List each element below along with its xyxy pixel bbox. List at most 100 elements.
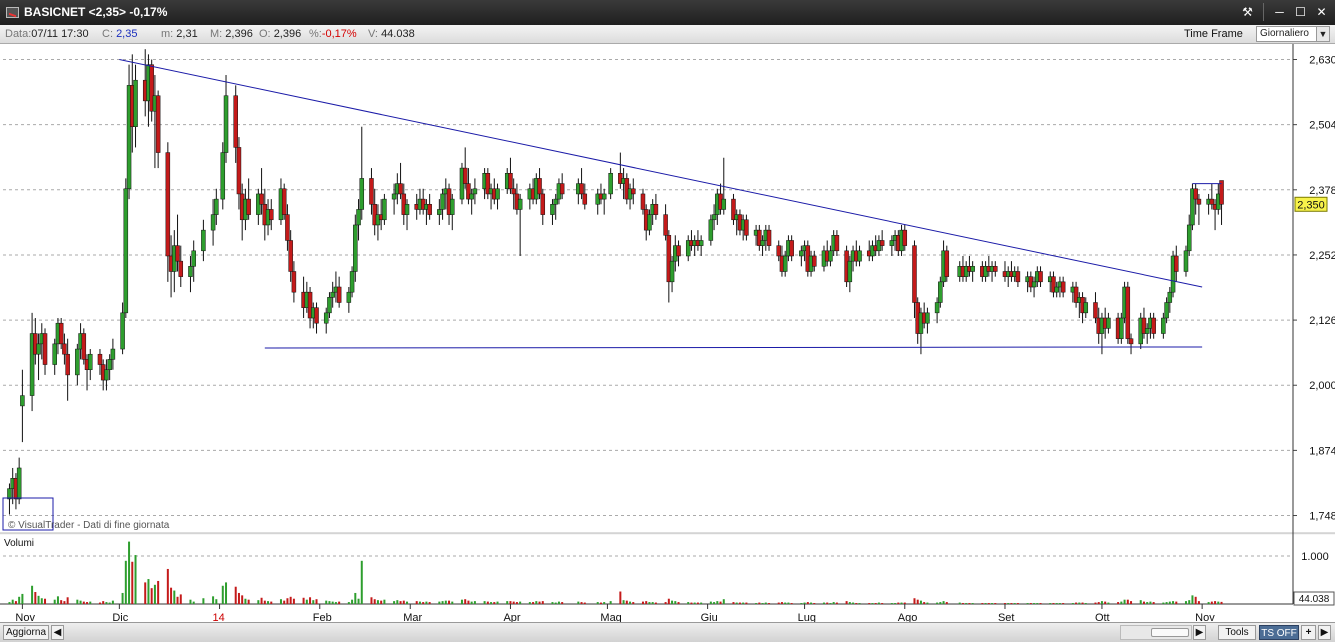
- candle-body: [120, 312, 125, 350]
- volume-bar: [202, 598, 205, 604]
- volume-bar: [441, 601, 444, 604]
- scroll-end-button[interactable]: ▶: [1318, 625, 1331, 640]
- volume-bar: [1097, 602, 1100, 604]
- volume-bar: [1120, 601, 1123, 604]
- volume-bar: [599, 602, 602, 604]
- candle-body: [323, 312, 329, 324]
- x-tick-label: 14: [213, 612, 225, 622]
- volume-bar: [40, 598, 43, 604]
- candle-body: [356, 209, 361, 226]
- minimize-icon[interactable]: ─: [1270, 3, 1289, 21]
- trendline: [119, 59, 1203, 288]
- volume-bar: [260, 597, 263, 604]
- restore-icon[interactable]: ☐: [1291, 3, 1310, 21]
- x-tick-label: Apr: [503, 612, 520, 622]
- volume-bar: [34, 592, 37, 604]
- candle-body: [1183, 250, 1189, 272]
- candle-body: [1193, 188, 1198, 200]
- current-price-label: 2,350: [1297, 199, 1325, 211]
- chart-area[interactable]: 2,630 2,504 2,378 2,252 2,126 2,000 1,874 1,748…: [0, 44, 1335, 622]
- volume-bar: [1107, 602, 1110, 604]
- candle-body: [944, 250, 950, 277]
- x-tick-label: Nov: [1195, 612, 1215, 622]
- tools-icon[interactable]: ⚒: [1238, 3, 1257, 21]
- volume-bar: [936, 602, 939, 604]
- scrollbar-thumb[interactable]: [1151, 628, 1189, 637]
- price-tick-label: 1,748: [1309, 511, 1335, 523]
- volume-bar: [580, 602, 583, 604]
- chart-app-icon: [6, 7, 19, 18]
- add-button[interactable]: +: [1301, 625, 1316, 640]
- volume-bar: [56, 596, 59, 604]
- x-tick-label: Dic: [112, 612, 128, 622]
- volume-bar: [8, 602, 11, 604]
- volume-bar: [315, 599, 318, 604]
- candle-body: [721, 198, 727, 210]
- volume-bar: [871, 603, 874, 604]
- horizontal-scrollbar[interactable]: [1120, 625, 1192, 640]
- volume-bar: [1084, 603, 1087, 604]
- refresh-button[interactable]: Aggiorna: [3, 625, 49, 640]
- max-field: M: 2,396: [210, 28, 253, 40]
- candle-body: [259, 193, 264, 205]
- volume-bar: [832, 602, 835, 604]
- candlestick-chart[interactable]: 2,630 2,504 2,378 2,252 2,126 2,000 1,874 1,748…: [0, 44, 1335, 622]
- candle-body: [857, 250, 862, 262]
- volume-bar: [852, 602, 855, 604]
- volume-bar: [1172, 601, 1175, 604]
- volume-bar: [270, 601, 273, 604]
- volume-bar: [535, 601, 538, 604]
- candle-body: [653, 204, 659, 215]
- volume-bar: [742, 602, 745, 604]
- volume-field: V: 44.038: [368, 28, 415, 40]
- candle-body: [1054, 286, 1059, 293]
- time-frame-select[interactable]: Giornaliero ▼: [1256, 26, 1330, 42]
- scroll-left-button[interactable]: ◀: [51, 625, 64, 640]
- volume-bar: [76, 599, 79, 604]
- volume-bar: [913, 598, 916, 604]
- volume-bar: [325, 600, 328, 604]
- volume-bar: [806, 602, 809, 604]
- tools-button[interactable]: Tools: [1218, 625, 1256, 640]
- price-tick-label: 2,378: [1309, 185, 1335, 197]
- candle-body: [1083, 302, 1089, 314]
- date-field: Data:07/11 17:30: [5, 28, 89, 40]
- volume-bar: [173, 590, 176, 604]
- ts-off-button[interactable]: TS OFF: [1259, 625, 1299, 640]
- scroll-right-button[interactable]: ▶: [1193, 625, 1206, 640]
- volume-bar: [292, 598, 295, 604]
- volume-bar: [215, 599, 218, 604]
- volume-bar: [1078, 602, 1081, 604]
- volume-bar: [654, 602, 657, 604]
- candle-body: [508, 173, 513, 190]
- volume-bar: [473, 601, 476, 604]
- close-icon[interactable]: ✕: [1312, 3, 1331, 21]
- volume-bar: [848, 602, 851, 604]
- volume-bar: [877, 602, 880, 604]
- volume-bar: [777, 602, 780, 604]
- x-tick-label: Nov: [15, 612, 35, 622]
- min-field: m: 2,31: [161, 28, 198, 40]
- candle-body: [698, 240, 704, 246]
- volume-bar: [1026, 603, 1029, 604]
- candle-body: [427, 204, 432, 215]
- volume-bar: [21, 593, 24, 604]
- volume-bar: [31, 585, 34, 604]
- volume-bar: [1188, 600, 1191, 604]
- candle-body: [7, 488, 12, 500]
- candle-body: [601, 193, 607, 200]
- volume-bar: [690, 602, 693, 604]
- time-frame-value: Giornaliero: [1260, 28, 1309, 39]
- candle-body: [359, 178, 365, 210]
- volume-bar: [393, 601, 396, 604]
- volume-bar: [509, 601, 512, 604]
- volume-bar: [755, 603, 758, 604]
- volume-bar: [561, 602, 564, 604]
- candle-body: [912, 245, 917, 303]
- candle-body: [469, 193, 474, 200]
- volume-bar: [926, 602, 929, 604]
- candle-body: [834, 235, 840, 252]
- volume-bar: [357, 598, 360, 604]
- volume-bar: [541, 601, 544, 604]
- dropdown-arrow-icon[interactable]: ▼: [1316, 27, 1329, 41]
